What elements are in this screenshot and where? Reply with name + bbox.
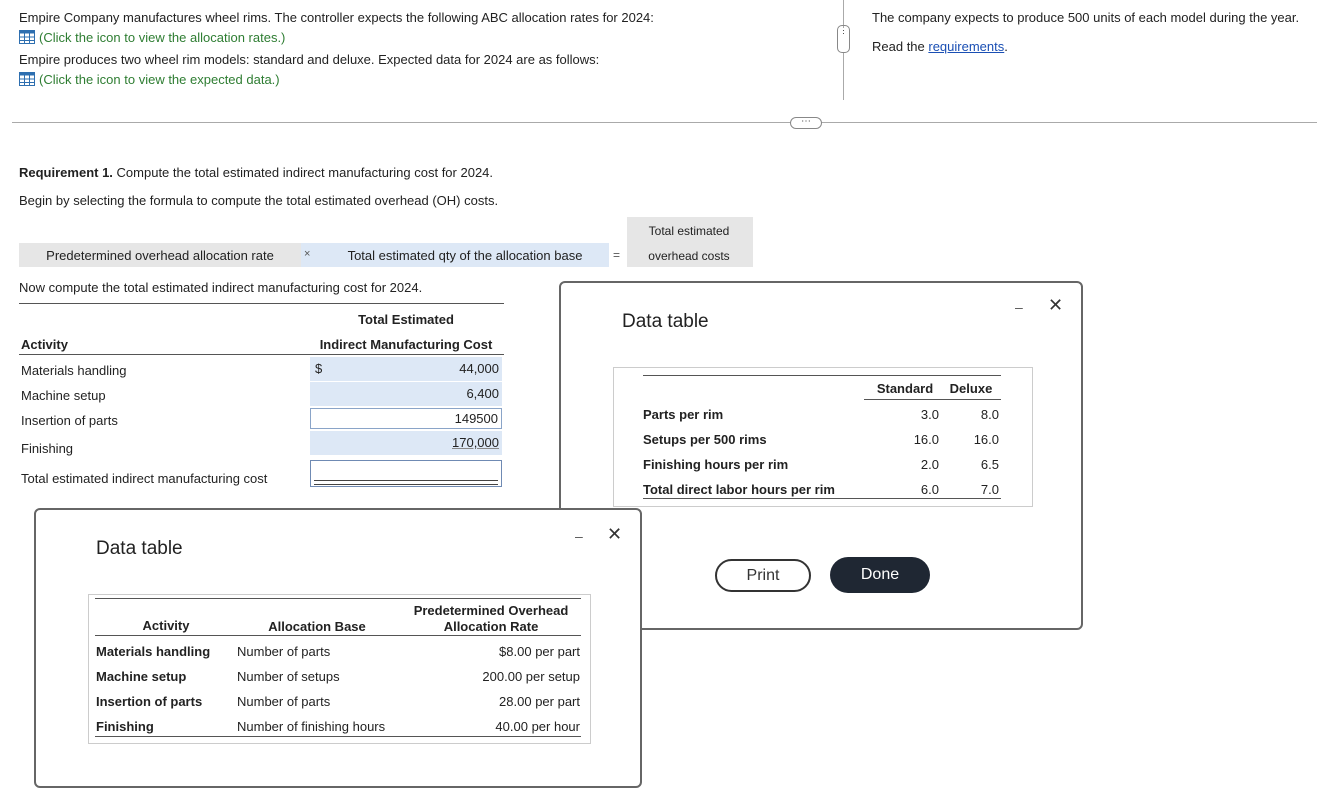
formula-result-line-2: overhead costs	[648, 249, 730, 263]
column-header-2: Indirect Manufacturing Cost	[319, 337, 493, 352]
dialog-title: Data table	[622, 311, 709, 332]
standard-parts: 3.0	[920, 407, 939, 422]
equals-operator: =	[613, 248, 621, 262]
standard-setups: 16.0	[913, 432, 939, 447]
rate-activity-finishing: Finishing	[96, 719, 154, 734]
allocation-rates-dialog: Data table – ✕ Activity Allocation Base …	[34, 508, 642, 788]
rate-base-materials-handling: Number of parts	[237, 644, 331, 659]
deluxe-finishing: 6.5	[980, 457, 999, 472]
formula-term-2-select[interactable]: Total estimated qty of the allocation ba…	[322, 243, 608, 267]
horizontal-splitter-handle[interactable]: ⋯	[790, 117, 822, 129]
compute-instruction: Now compute the total estimated indirect…	[19, 280, 423, 295]
formula-instruction: Begin by selecting the formula to comput…	[19, 193, 499, 208]
formula-term-1-select[interactable]: Predetermined overhead allocation rate	[19, 243, 301, 267]
rates-header-rule	[95, 635, 581, 636]
formula-term-2: Total estimated qty of the allocation ba…	[347, 247, 583, 263]
col-standard: Standard	[876, 381, 934, 396]
table-icon	[19, 72, 35, 86]
expected-data-link[interactable]: (Click the icon to view the expected dat…	[19, 72, 280, 87]
table-top-rule	[19, 303, 504, 304]
formula-term-1: Predetermined overhead allocation rate	[46, 247, 274, 263]
deluxe-labor: 7.0	[980, 482, 999, 497]
dialog-title: Data table	[96, 538, 183, 559]
row-label-machine-setup: Machine setup	[21, 388, 106, 403]
rate-base-machine-setup: Number of setups	[237, 669, 340, 684]
header-rule	[19, 354, 504, 355]
total-double-underline	[314, 480, 498, 485]
row-parts-per-rim: Parts per rim	[643, 407, 724, 422]
close-icon[interactable]: ✕	[607, 524, 622, 545]
row-label-finishing: Finishing	[21, 441, 74, 456]
activity-header: Activity	[21, 337, 68, 352]
cost-input-insertion-of-parts[interactable]: 149500	[310, 408, 502, 429]
col-header-rule	[864, 399, 1001, 400]
minimize-icon[interactable]: –	[575, 528, 583, 544]
read-requirements: Read the requirements.	[872, 39, 1008, 54]
allocation-rates-link[interactable]: (Click the icon to view the allocation r…	[19, 30, 285, 45]
table-icon	[19, 30, 35, 44]
rate-value-insertion-of-parts: 28.00 per part	[499, 694, 580, 709]
expected-bottom-rule	[643, 498, 1001, 499]
read-prefix: Read the	[872, 39, 929, 54]
rate-activity-insertion-of-parts: Insertion of parts	[96, 694, 203, 709]
requirement-text: Compute the total estimated indirect man…	[112, 165, 494, 180]
rate-activity-materials-handling: Materials handling	[96, 644, 211, 659]
col-deluxe: Deluxe	[949, 381, 993, 396]
standard-finishing: 2.0	[920, 457, 939, 472]
row-direct-labor: Total direct labor hours per rim	[643, 482, 835, 497]
rate-value-machine-setup: 200.00 per setup	[482, 669, 580, 684]
horizontal-divider	[12, 122, 1317, 123]
cost-value-materials-handling: 44,000	[459, 361, 499, 376]
rate-value-materials-handling: $8.00 per part	[499, 644, 580, 659]
expected-top-rule	[643, 375, 1001, 376]
vertical-splitter-handle[interactable]: ⋮	[837, 25, 850, 53]
expected-data-link-text: (Click the icon to view the expected dat…	[39, 72, 280, 87]
done-button[interactable]: Done	[830, 557, 930, 593]
col-allocation-base: Allocation Base	[268, 619, 366, 634]
production-note: The company expects to produce 500 units…	[872, 10, 1300, 25]
minimize-icon[interactable]: –	[1015, 299, 1023, 315]
col-rate-line-2: Allocation Rate	[443, 619, 539, 634]
requirement-heading: Requirement 1. Compute the total estimat…	[19, 165, 493, 180]
rate-base-insertion-of-parts: Number of parts	[237, 694, 331, 709]
row-label-insertion-of-parts: Insertion of parts	[21, 413, 118, 428]
deluxe-parts: 8.0	[980, 407, 999, 422]
cost-value-machine-setup: 6,400	[466, 386, 499, 401]
row-label-materials-handling: Materials handling	[21, 363, 127, 378]
close-icon[interactable]: ✕	[1048, 295, 1063, 316]
column-header-1: Total Estimated	[358, 312, 454, 327]
rates-top-rule	[95, 598, 581, 599]
cost-value-finishing: 170,000	[452, 435, 499, 450]
requirements-link[interactable]: requirements	[928, 39, 1004, 54]
print-button[interactable]: Print	[715, 559, 811, 592]
multiply-operator: ×	[304, 248, 311, 260]
col-activity: Activity	[142, 618, 190, 633]
allocation-rates-link-text: (Click the icon to view the allocation r…	[39, 30, 286, 45]
row-finishing-hours: Finishing hours per rim	[643, 457, 789, 472]
rate-activity-machine-setup: Machine setup	[96, 669, 187, 684]
standard-labor: 6.0	[920, 482, 939, 497]
col-rate-line-1: Predetermined Overhead	[413, 603, 569, 618]
rate-base-finishing: Number of finishing hours	[237, 719, 386, 734]
deluxe-setups: 16.0	[973, 432, 999, 447]
rate-value-finishing: 40.00 per hour	[495, 719, 580, 734]
requirement-label: Requirement 1.	[19, 165, 113, 180]
formula-result-line-1: Total estimated	[648, 224, 730, 238]
intro-line-2: Empire produces two wheel rim models: st…	[19, 52, 600, 67]
intro-line-1: Empire Company manufactures wheel rims. …	[19, 10, 654, 25]
rates-bottom-rule	[95, 736, 581, 737]
read-suffix: .	[1004, 39, 1008, 54]
total-label: Total estimated indirect manufacturing c…	[21, 471, 268, 486]
row-setups: Setups per 500 rims	[643, 432, 767, 447]
